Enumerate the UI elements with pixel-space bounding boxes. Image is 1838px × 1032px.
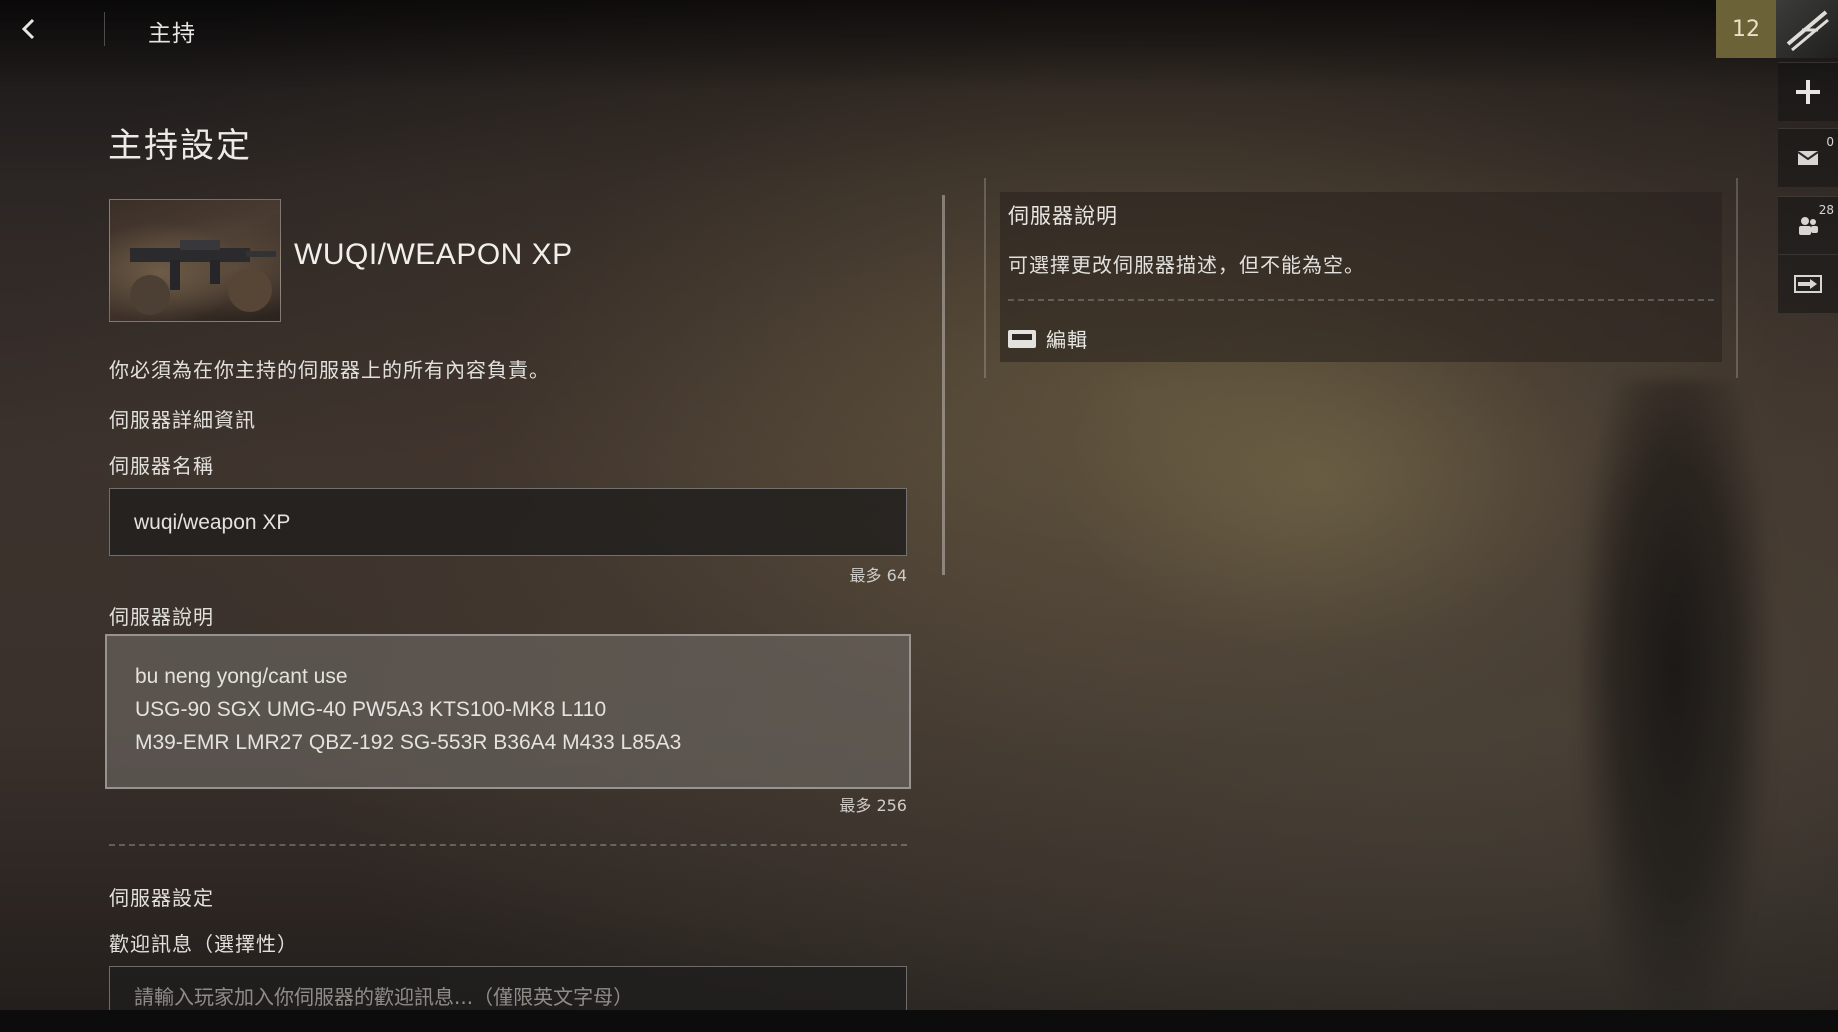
server-name-value: wuqi/weapon XP bbox=[134, 511, 291, 534]
responsibility-notice: 你必須為在你主持的伺服器上的所有內容負責。 bbox=[109, 358, 550, 382]
party-count: 28 bbox=[1818, 203, 1834, 217]
server-desc-limit: 最多 256 bbox=[839, 796, 907, 815]
edit-label: 編輯 bbox=[1046, 328, 1088, 352]
rank-level: 12 bbox=[1732, 16, 1760, 42]
side-panel-divider bbox=[1008, 299, 1714, 301]
exit-icon bbox=[1794, 275, 1822, 293]
edit-button[interactable]: 編輯 bbox=[1008, 324, 1088, 353]
mail-button[interactable]: 0 bbox=[1778, 128, 1838, 187]
keyboard-icon bbox=[1008, 329, 1036, 348]
side-panel-text: 可選擇更改伺服器描述，但不能為空。 bbox=[1008, 253, 1365, 277]
server-desc-line: M39-EMR LMR27 QBZ-192 SG-553R B36A4 M433… bbox=[135, 731, 682, 754]
rank-insignia-icon bbox=[1776, 0, 1838, 58]
server-desc-textarea[interactable]: bu neng yong/cant use USG-90 SGX UMG-40 … bbox=[105, 634, 911, 789]
plus-icon bbox=[1796, 80, 1820, 104]
server-name-label: 伺服器名稱 bbox=[109, 454, 214, 478]
details-section-heading: 伺服器詳細資訊 bbox=[109, 408, 256, 432]
welcome-message-input[interactable]: 請輸入玩家加入你伺服器的歡迎訊息...（僅限英文字母） bbox=[109, 966, 907, 1016]
topbar-divider bbox=[104, 12, 105, 46]
back-button[interactable] bbox=[14, 14, 44, 44]
section-divider bbox=[109, 844, 907, 846]
page-title: 主持設定 bbox=[108, 126, 252, 166]
welcome-message-label: 歡迎訊息（選擇性） bbox=[109, 932, 298, 956]
server-desc-line: USG-90 SGX UMG-40 PW5A3 KTS100-MK8 L110 bbox=[135, 698, 607, 721]
top-shade bbox=[0, 0, 1838, 90]
server-name-limit: 最多 64 bbox=[849, 566, 907, 585]
add-button[interactable] bbox=[1778, 62, 1838, 121]
server-name-input[interactable]: wuqi/weapon XP bbox=[109, 488, 907, 556]
exit-button[interactable] bbox=[1778, 254, 1838, 313]
welcome-message-placeholder: 請輸入玩家加入你伺服器的歡迎訊息...（僅限英文字母） bbox=[134, 985, 634, 1009]
topbar-title: 主持 bbox=[148, 21, 196, 47]
party-button[interactable]: 28 bbox=[1778, 196, 1838, 255]
server-thumbnail-image bbox=[109, 199, 281, 322]
rank-badge[interactable]: 12 bbox=[1716, 0, 1776, 58]
scrollbar[interactable] bbox=[942, 195, 945, 575]
server-display-name: WUQI/WEAPON XP bbox=[294, 238, 573, 271]
mail-icon bbox=[1797, 151, 1819, 165]
server-desc-label: 伺服器說明 bbox=[109, 605, 214, 629]
background-soldier-silhouette bbox=[1580, 380, 1770, 1020]
side-panel-title: 伺服器說明 bbox=[1008, 204, 1118, 228]
settings-section-heading: 伺服器設定 bbox=[109, 886, 214, 910]
mail-count: 0 bbox=[1826, 135, 1834, 149]
players-icon bbox=[1799, 217, 1818, 235]
chevron-left-icon bbox=[21, 18, 35, 40]
bottom-bar bbox=[0, 1010, 1838, 1032]
server-desc-line: bu neng yong/cant use bbox=[135, 665, 348, 688]
